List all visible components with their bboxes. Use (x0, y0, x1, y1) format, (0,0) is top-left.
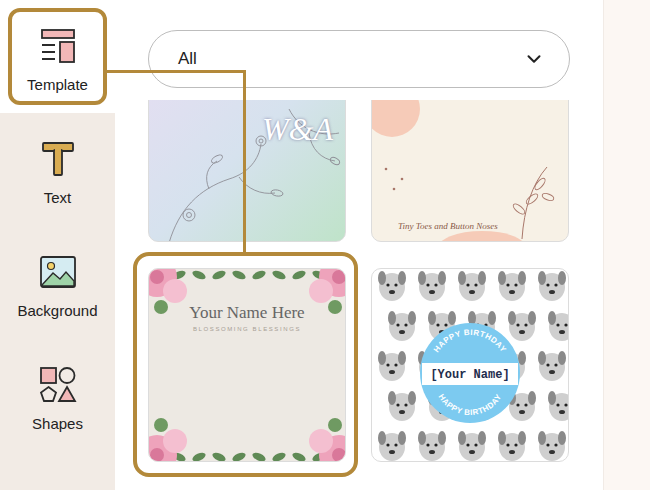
sidebar-label: Shapes (32, 415, 83, 432)
peach-shapes (372, 100, 569, 242)
filter-value: All (178, 49, 197, 69)
template-card-floral[interactable]: Your Name Here BLOSSOMING BLESSINGS (148, 268, 346, 462)
template-card-monogram[interactable]: W&A (148, 100, 346, 242)
editor-panel: Template Text Background Shapes All W&A Tiny T… (0, 0, 650, 490)
template-card-baby[interactable]: Tiny Toes and Button Noses (371, 100, 569, 242)
sidebar-item-inner: Shapes (8, 347, 107, 444)
sidebar-label: Template (27, 76, 88, 93)
sidebar-item[interactable]: Text (0, 113, 115, 226)
banner-top: HAPPY BIRTHDAY (432, 328, 508, 354)
chevron-down-icon (523, 48, 545, 70)
sidebar-item-inner: Background (8, 234, 107, 331)
name-placeholder: [Your Name] (430, 368, 509, 382)
panel-header: All (115, 0, 603, 100)
template-card-slot: HAPPY BIRTHDAY HAPPY BIRTHDAY [Your Name] (371, 268, 569, 462)
canvas-edge (603, 0, 650, 490)
floral-title: Your Name Here (189, 303, 304, 323)
birthday-artwork: HAPPY BIRTHDAY HAPPY BIRTHDAY [Your Name] (372, 269, 569, 462)
template-list: W&A Tiny Toes and Button Noses Your Name H… (115, 100, 603, 490)
sidebar-item-inner: Text (8, 121, 107, 218)
template-card-birthday[interactable]: HAPPY BIRTHDAY HAPPY BIRTHDAY [Your Name] (371, 268, 569, 462)
sidebar-label: Background (17, 302, 97, 319)
baby-title: Tiny Toes and Button Noses (398, 221, 498, 231)
floral-subtitle: BLOSSOMING BLESSINGS (193, 326, 301, 332)
text-tool-icon (38, 139, 78, 179)
background-image-icon (38, 252, 78, 292)
sidebar-item-inner: Template (8, 8, 107, 105)
filter-dropdown[interactable]: All (148, 30, 570, 88)
connector-line (106, 70, 246, 73)
sidebar-label: Text (44, 189, 72, 206)
pink-flower-border (149, 269, 346, 462)
template-card-slot: Your Name Here BLOSSOMING BLESSINGS (148, 268, 346, 462)
connector-line (243, 70, 246, 253)
monogram-text: W&A (262, 111, 333, 148)
selected-highlight (133, 252, 358, 477)
sidebar-item[interactable]: Template (0, 0, 115, 113)
template-panel: All W&A Tiny Toes and Button Noses Your Nam… (115, 0, 603, 490)
shapes-icon (38, 365, 78, 405)
banner-bottom: HAPPY BIRTHDAY (437, 392, 504, 417)
template-card-slot: W&A (148, 100, 346, 242)
template-card-slot: Tiny Toes and Button Noses (371, 100, 569, 242)
template-grid: W&A Tiny Toes and Button Noses Your Name H… (148, 100, 570, 462)
template-icon (38, 26, 78, 66)
sidebar-item[interactable]: Background (0, 226, 115, 339)
tool-sidebar: Template Text Background Shapes (0, 0, 115, 490)
sidebar-item[interactable]: Shapes (0, 339, 115, 452)
